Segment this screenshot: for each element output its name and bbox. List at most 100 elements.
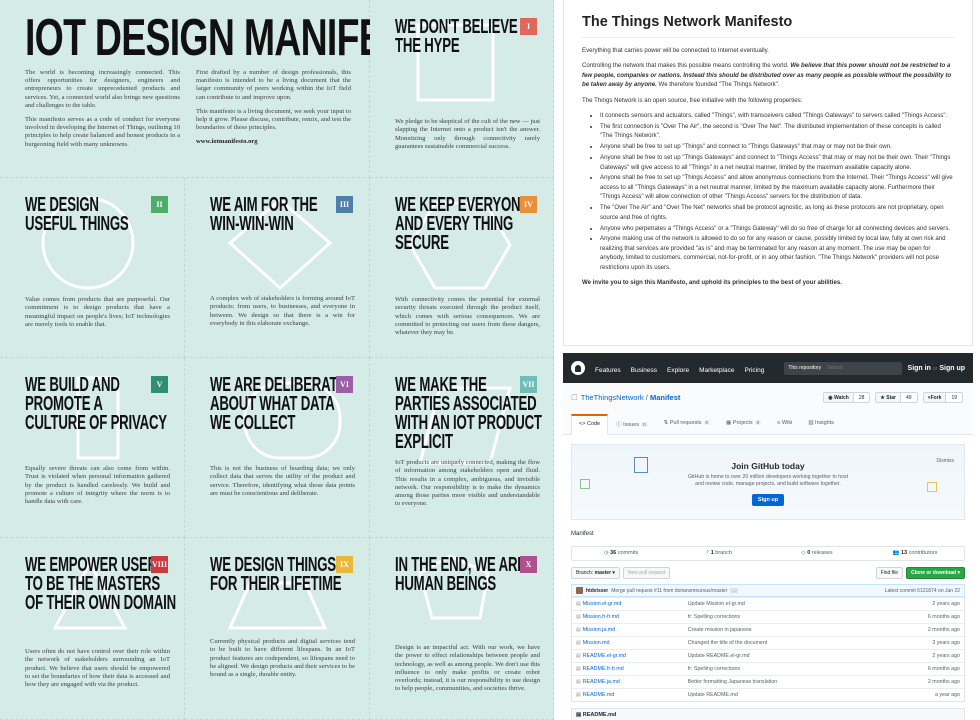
- join-github-banner: Dismiss Join GitHub today GitHub is home…: [571, 444, 965, 520]
- commits-count: 36: [610, 550, 617, 556]
- sign-up-link[interactable]: Sign up: [939, 365, 965, 372]
- ttn-closing: We invite you to sign this Manifesto, an…: [582, 279, 842, 287]
- or-text: or: [932, 365, 938, 372]
- decorative-check-icon: [580, 479, 590, 489]
- github-logo-icon[interactable]: [571, 361, 585, 375]
- star-count[interactable]: 49: [901, 395, 917, 401]
- latest-commit-info[interactable]: Latest commit 6121874 on Jan 22: [885, 588, 960, 594]
- tab-projects[interactable]: ▦ Projects 0: [718, 414, 769, 435]
- readme-title[interactable]: README.md: [583, 712, 617, 718]
- search-input[interactable]: This repository Search: [784, 361, 903, 375]
- nav-link-features[interactable]: Features: [595, 367, 621, 374]
- principle-title: WE AIM FOR THE WIN-WIN-WIN: [210, 194, 318, 235]
- ttn-property-item: It connects sensors and actuators, calle…: [600, 111, 954, 120]
- ttn-paragraph-control: Controlling the network that makes this …: [582, 61, 954, 89]
- tab-insights[interactable]: ▥ Insights: [800, 414, 842, 435]
- book-icon: ▤: [576, 712, 583, 718]
- tab-wiki[interactable]: ≡ Wiki: [769, 414, 800, 435]
- dismiss-button[interactable]: Dismiss: [937, 458, 955, 464]
- nav-link-marketplace[interactable]: Marketplace: [699, 367, 734, 374]
- text-plain: Controlling the network that makes this …: [582, 62, 791, 70]
- repo-stats: ◷ 36 commits ᚹ 1 branch ◇ 0 releases 👥 1…: [571, 546, 965, 561]
- watch-button[interactable]: ◉ Watch 28: [823, 392, 871, 403]
- file-name-link[interactable]: README.fr-fr.md: [583, 666, 688, 672]
- principle-title: WE BUILD AND PROMOTE A CULTURE OF PRIVAC…: [25, 374, 167, 434]
- tab-pull-requests[interactable]: ⇅ Pull requests 0: [656, 414, 718, 435]
- file-commit-message-link[interactable]: Changed the title of the document: [688, 640, 933, 646]
- nav-link-explore[interactable]: Explore: [667, 367, 689, 374]
- new-pull-request-button[interactable]: New pull request: [622, 567, 671, 579]
- file-row: ▤ Mission.ja.md Create mission in japanese…: [572, 623, 964, 636]
- latest-commit-bar: htdvisser Merge pull request #11 from do…: [571, 584, 965, 597]
- intro-paragraph: The world is becoming increasingly conne…: [25, 69, 180, 109]
- watch-count[interactable]: 28: [854, 395, 870, 401]
- manifesto-url-link[interactable]: www.iotmanifesto.org: [196, 138, 351, 146]
- find-file-button[interactable]: Find file: [875, 567, 904, 579]
- file-name-link[interactable]: Mission.md: [583, 640, 688, 646]
- principle-title: IN THE END, WE ARE HUMAN BEINGS: [395, 554, 526, 595]
- principle-title: WE ARE DELIBERATE ABOUT WHAT DATA WE COL…: [210, 374, 346, 434]
- star-button[interactable]: ★ Star 49: [875, 392, 918, 403]
- file-commit-message-link[interactable]: Update README.md: [688, 692, 935, 698]
- poster-title: IOT DESIGN MANIFESTO: [25, 9, 370, 67]
- file-row: ▤ README.el-gr.md Update README.el-gr.md 2 …: [572, 649, 964, 662]
- nav-link-pricing[interactable]: Pricing: [744, 367, 764, 374]
- banner-text: GitHub is home to over 20 million develo…: [572, 474, 964, 488]
- commit-author-link[interactable]: htdvisser: [586, 588, 608, 594]
- file-commit-message-link[interactable]: Better formatting Japanese translation: [688, 679, 928, 685]
- branch-select[interactable]: Branch: master ▾: [571, 567, 620, 579]
- fork-button[interactable]: ⑂ Fork 19: [922, 392, 963, 403]
- file-icon: ▤: [576, 692, 581, 698]
- principle-card: WE DON'T BELIEVE THE HYPE I We pledge to…: [370, 0, 554, 178]
- watch-label: Watch: [834, 394, 849, 401]
- principle-body: Equally severe threats can also come fro…: [25, 465, 170, 506]
- clone-or-download-button[interactable]: Clone or download ▾: [906, 567, 965, 579]
- repo-owner-link[interactable]: TheThingsNetwork: [581, 393, 644, 402]
- commit-message-link[interactable]: Merge pull request #11 from doriansmeuro…: [611, 588, 727, 594]
- file-name-link[interactable]: README.ja.md: [583, 679, 688, 685]
- tab-count: 0: [754, 420, 762, 425]
- file-commit-message-link[interactable]: Update Mission.el-gr.md: [688, 601, 933, 607]
- file-name-link[interactable]: Mission.ja.md: [583, 627, 688, 633]
- tab-icon: ⓘ: [616, 422, 622, 428]
- file-list: ▤ Mission.el-gr.md Update Mission.el-gr.md…: [571, 597, 965, 702]
- sign-in-link[interactable]: Sign in: [908, 365, 931, 372]
- file-row: ▤ README.md Update README.md a year ago: [572, 688, 964, 701]
- banner-line: GitHub is home to over 20 million develo…: [687, 474, 849, 480]
- repo-title: ☐ TheThingsNetwork / Manifest: [571, 393, 680, 402]
- principle-numeral-badge: IX: [336, 556, 353, 573]
- ttn-property-item: Anyone shall be free to set up "Things" …: [600, 142, 954, 151]
- fork-count[interactable]: 19: [946, 395, 962, 401]
- tab-code[interactable]: <> Code: [571, 414, 609, 435]
- file-commit-message-link[interactable]: fr: Spelling corrections: [688, 666, 928, 672]
- tab-label: Pull requests: [669, 420, 702, 426]
- commits-link[interactable]: ◷ 36 commits: [572, 547, 670, 560]
- branches-link[interactable]: ᚹ 1 branch: [670, 547, 768, 560]
- file-name-link[interactable]: README.md: [583, 692, 688, 698]
- tab-issues[interactable]: ⓘ Issues 0: [608, 414, 655, 435]
- file-icon: ▤: [576, 601, 581, 607]
- file-name-link[interactable]: README.el-gr.md: [583, 653, 688, 659]
- file-commit-message-link[interactable]: Create mission in japanese: [688, 627, 928, 633]
- repo-name-link[interactable]: Manifest: [650, 393, 680, 402]
- banner-sign-up-button[interactable]: Sign up: [751, 494, 785, 507]
- file-commit-message-link[interactable]: Update README.el-gr.md: [688, 653, 933, 659]
- avatar[interactable]: [576, 587, 583, 594]
- nav-link-business[interactable]: Business: [631, 367, 657, 374]
- file-commit-message-link[interactable]: fr: Spelling corrections: [688, 614, 928, 620]
- branch-select-value: master ▾: [594, 570, 615, 576]
- file-icon: ▤: [576, 679, 581, 685]
- repo-tabs: <> Code ⓘ Issues 0 ⇅ Pull requests 0 ▦ Projec…: [571, 414, 842, 435]
- expand-commit-button[interactable]: …: [730, 588, 739, 593]
- repo-icon: ☐: [571, 393, 578, 402]
- banner-line: and review code, manage projects, and bu…: [695, 481, 841, 488]
- tab-count: 0: [703, 420, 711, 425]
- ttn-property-item: Anyone who perpetrates a "Things Access"…: [600, 224, 954, 233]
- file-name-link[interactable]: Mission.fr-fr.md: [583, 614, 688, 620]
- intro-left: The world is becoming increasingly conne…: [25, 69, 180, 155]
- contributors-link[interactable]: 👥 13 contributors: [866, 547, 964, 560]
- file-name-link[interactable]: Mission.el-gr.md: [583, 601, 688, 607]
- releases-link[interactable]: ◇ 0 releases: [768, 547, 866, 560]
- intro-paragraph: This manifesto serves as a code of condu…: [25, 116, 180, 148]
- tab-icon: <>: [579, 421, 586, 427]
